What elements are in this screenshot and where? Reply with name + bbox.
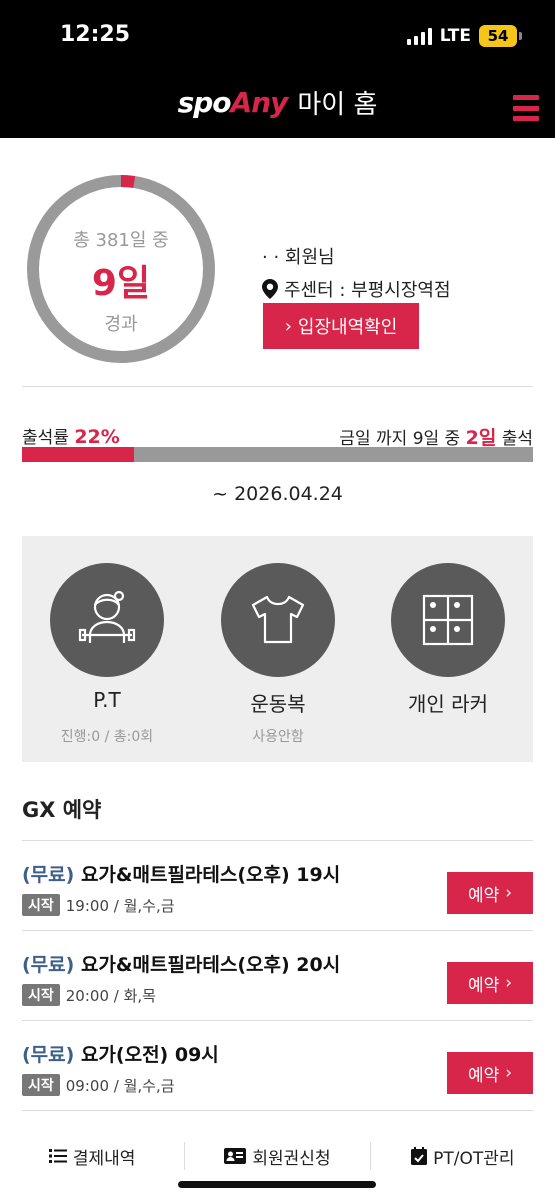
service-sub: 진행:0 / 총:0회 (60, 729, 154, 745)
gx-class-name: (무료) 요가&매트필라테스(오후) 19시 (22, 864, 341, 886)
location-pin-icon (262, 279, 278, 299)
ring-days: 9일 (91, 263, 151, 304)
shirt-icon (251, 595, 305, 644)
gx-class-name: (무료) 요가&매트필라테스(오후) 20시 (22, 954, 341, 976)
reserve-button[interactable]: 예약 › (447, 1052, 533, 1094)
divider (22, 930, 533, 931)
center-name: 주센터 : 부평시장역점 (284, 280, 451, 301)
list-icon (48, 1149, 67, 1163)
chevron-right-icon: › (505, 883, 513, 903)
service-label: P.T (93, 688, 121, 712)
gx-class-time: 19:00 / 월,수,금 (65, 896, 175, 915)
brand-logo[interactable]: spoAny (178, 86, 289, 119)
reserve-button[interactable]: 예약 › (447, 872, 533, 914)
divider (22, 386, 533, 387)
attendance-rate-value: 22% (74, 426, 120, 448)
divider (22, 1020, 533, 1021)
start-tag: 시작 (22, 1074, 60, 1096)
network-label: LTE (439, 26, 471, 46)
id-card-icon (224, 1148, 247, 1164)
attendance-rate: 출석률 22% (22, 426, 120, 448)
hamburger-menu-icon[interactable] (513, 95, 539, 121)
gx-class-item: (무료) 요가&매트필라테스(오후) 19시 시작 19:00 / 월,수,금 … (22, 842, 533, 930)
service-label: 운동복 (250, 692, 306, 716)
nav-membership-apply[interactable]: 회원권신청 (185, 1130, 369, 1182)
entry-history-button[interactable]: › 입장내역확인 (263, 303, 419, 349)
attendance-progress-bar (22, 447, 533, 462)
services-panel: P.T 진행:0 / 총:0회 운동복 사용안함 개인 라커 (22, 536, 533, 762)
trainer-icon (78, 590, 136, 643)
gx-class-time: 09:00 / 월,수,금 (65, 1076, 175, 1095)
gx-class-time: 20:00 / 화,목 (65, 986, 156, 1005)
top-bar: 12:25 LTE 54 spoAny 마이 홈 (0, 0, 555, 138)
gx-class-item: (무료) 요가(오전) 09시 시작 09:00 / 월,수,금 예약 › (22, 1022, 533, 1110)
start-tag: 시작 (22, 894, 60, 916)
ring-elapsed: 경과 (104, 314, 138, 335)
locker-icon (422, 594, 474, 646)
gx-class-name: (무료) 요가(오전) 09시 (22, 1044, 219, 1066)
nav-pt-ot-manage[interactable]: PT/OT관리 (371, 1130, 555, 1182)
gx-class-meta: 시작 09:00 / 월,수,금 (22, 1074, 175, 1096)
service-sub: 사용안함 (252, 729, 304, 745)
gx-class-item: (무료) 요가&매트필라테스(오후) 20시 시작 20:00 / 화,목 예약… (22, 932, 533, 1020)
chevron-right-icon: › (505, 1063, 513, 1083)
attendance-progress-fill (22, 447, 135, 462)
gx-section-title: GX 예약 (22, 798, 102, 822)
chevron-right-icon: › (284, 315, 292, 337)
gx-class-meta: 시작 19:00 / 월,수,금 (22, 894, 175, 916)
page-title: 마이 홈 (297, 90, 378, 120)
nav-payment-history[interactable]: 결제내역 (0, 1130, 184, 1182)
status-indicators: LTE 54 (406, 25, 522, 47)
gx-class-meta: 시작 20:00 / 화,목 (22, 984, 156, 1006)
service-sportswear[interactable]: 운동복 사용안함 (193, 536, 363, 762)
battery-icon: 54 (479, 25, 522, 47)
attendance-summary: 금일 까지 9일 중 2일 출석 (339, 427, 533, 449)
header-brand: spoAny 마이 홈 (0, 84, 555, 121)
status-time: 12:25 (60, 22, 131, 47)
ring-total: 총 381일 중 (73, 230, 169, 251)
bottom-nav: 결제내역 회원권신청 PT/OT관리 (0, 1130, 555, 1182)
service-locker[interactable]: 개인 라커 (363, 536, 533, 762)
user-name: · · 회원님 (262, 247, 335, 268)
divider (22, 1110, 533, 1111)
calendar-check-icon (411, 1147, 428, 1165)
service-label: 개인 라커 (408, 692, 488, 716)
home-indicator (178, 1181, 376, 1188)
start-tag: 시작 (22, 984, 60, 1006)
chevron-right-icon: › (505, 973, 513, 993)
divider (22, 840, 533, 841)
center-row: 주센터 : 부평시장역점 (262, 276, 451, 302)
reserve-button[interactable]: 예약 › (447, 962, 533, 1004)
service-pt[interactable]: P.T 진행:0 / 총:0회 (22, 536, 192, 762)
membership-expiry: ~ 2026.04.24 (212, 483, 343, 505)
membership-ring: 총 381일 중 9일 경과 (26, 174, 216, 364)
signal-icon (406, 27, 432, 45)
